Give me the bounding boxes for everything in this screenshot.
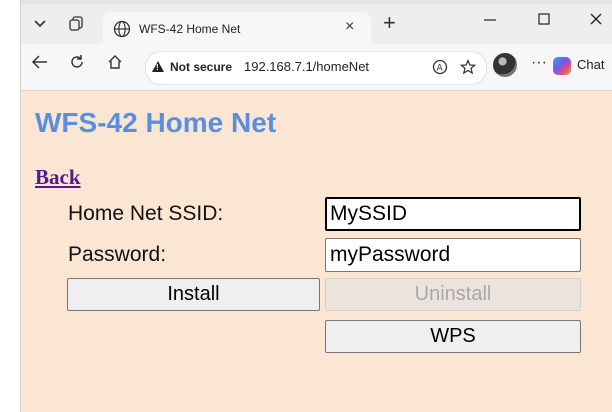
url-text[interactable]: 192.168.7.1/homeNet (244, 59, 369, 74)
maximize-icon[interactable] (537, 10, 551, 34)
new-tab-icon[interactable]: + (383, 10, 396, 36)
tab-close-icon[interactable]: × (345, 18, 354, 36)
refresh-icon[interactable] (69, 54, 85, 75)
chat-label[interactable]: Chat (577, 57, 604, 72)
address-bar: ! Not secure 192.168.7.1/homeNet A ··· C… (21, 44, 612, 90)
browser-window: WFS-42 Home Net × + ! Not secure 192.168… (20, 0, 612, 412)
home-icon[interactable] (107, 54, 123, 75)
password-label: Password: (68, 243, 167, 266)
page-title: WFS-42 Home Net (35, 107, 277, 138)
tab-list-chevron-icon[interactable] (25, 10, 55, 38)
profile-avatar[interactable] (493, 53, 517, 77)
back-arrow-icon[interactable] (31, 54, 49, 75)
wps-button[interactable]: WPS (325, 320, 581, 353)
favorite-star-icon[interactable] (459, 58, 477, 79)
more-menu-icon[interactable]: ··· (531, 54, 547, 72)
copilot-icon[interactable] (553, 57, 571, 75)
uninstall-button[interactable]: Uninstall (325, 278, 581, 311)
omnibox[interactable]: ! Not secure 192.168.7.1/homeNet A (145, 51, 487, 85)
tab-bar: WFS-42 Home Net × + (21, 4, 612, 48)
close-window-icon[interactable] (589, 10, 603, 34)
password-input[interactable] (325, 238, 581, 272)
workspaces-icon[interactable] (61, 10, 91, 38)
back-link[interactable]: Back (35, 165, 81, 190)
install-button[interactable]: Install (67, 278, 320, 311)
svg-text:A: A (437, 64, 444, 74)
active-tab[interactable]: WFS-42 Home Net × (103, 12, 371, 48)
security-status[interactable]: Not secure (170, 60, 232, 74)
minimize-icon[interactable] (483, 10, 497, 34)
page-content: WFS-42 Home Net Back Home Net SSID: Pass… (21, 90, 612, 412)
tab-title: WFS-42 Home Net (139, 22, 241, 36)
globe-icon (113, 20, 131, 38)
read-aloud-icon[interactable]: A (432, 59, 448, 79)
ssid-input[interactable] (325, 197, 581, 231)
ssid-label: Home Net SSID: (68, 202, 224, 225)
